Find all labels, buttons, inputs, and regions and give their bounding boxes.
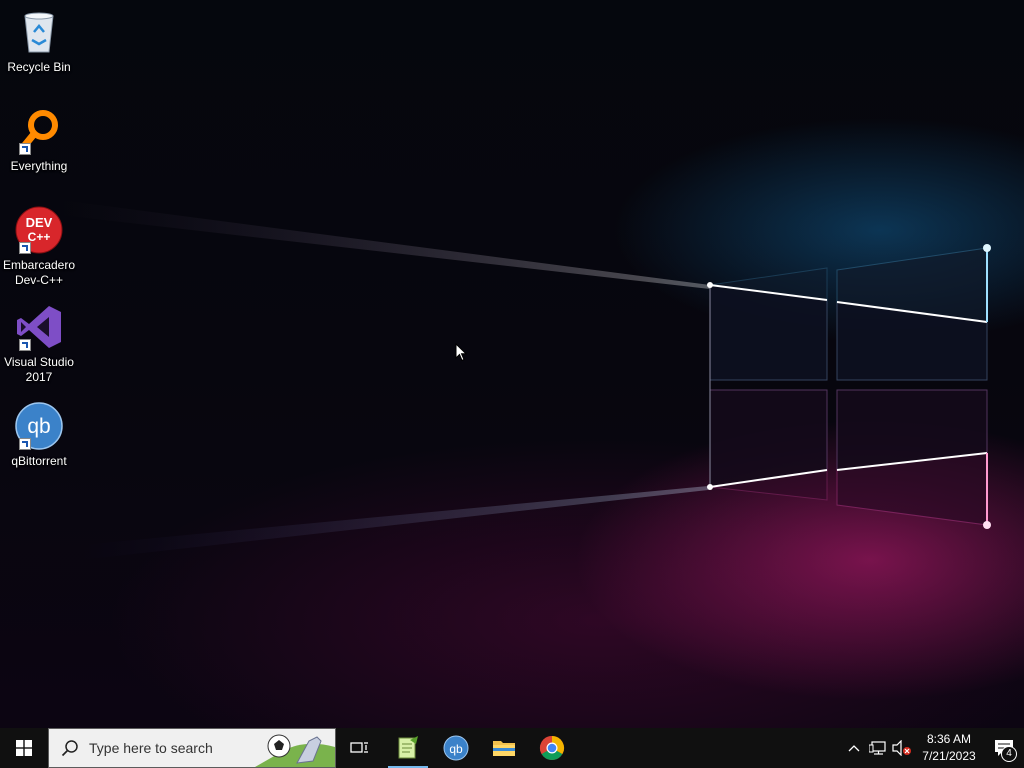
qbittorrent-icon: qb bbox=[15, 402, 63, 450]
taskbar-app-chrome[interactable] bbox=[528, 728, 576, 768]
search-input[interactable]: Type here to search bbox=[48, 728, 336, 768]
desktop-icon-recycle-bin[interactable]: Recycle Bin bbox=[2, 8, 76, 75]
network-icon bbox=[869, 741, 886, 755]
chevron-up-icon bbox=[848, 745, 860, 752]
shortcut-arrow-icon bbox=[19, 242, 31, 254]
task-view-icon bbox=[350, 742, 368, 753]
shortcut-arrow-icon bbox=[19, 339, 31, 351]
network-button[interactable] bbox=[866, 728, 890, 768]
clock-time: 8:36 AM bbox=[926, 732, 972, 746]
notepad-plus-plus-icon bbox=[398, 736, 418, 759]
desktop-icon-visual-studio[interactable]: Visual Studio 2017 bbox=[2, 303, 76, 385]
taskbar: Type here to search qb 8:36 AM 7/21/2023… bbox=[0, 728, 1024, 768]
shortcut-arrow-icon bbox=[19, 438, 31, 450]
show-hidden-icons-button[interactable] bbox=[842, 728, 866, 768]
volume-button[interactable] bbox=[890, 728, 914, 768]
search-highlight-soccer-icon bbox=[255, 734, 335, 767]
windows-logo-icon bbox=[16, 740, 32, 756]
search-icon bbox=[61, 740, 78, 757]
dev-cpp-icon: DEV C++ bbox=[15, 206, 63, 254]
desktop-icon-label: Everything bbox=[10, 159, 68, 173]
svg-text:qb: qb bbox=[449, 742, 463, 756]
desktop-icon-everything[interactable]: Everything bbox=[2, 107, 76, 174]
search-placeholder: Type here to search bbox=[89, 740, 213, 756]
windows-logo-wallpaper bbox=[60, 200, 991, 560]
svg-text:qb: qb bbox=[27, 415, 50, 438]
visual-studio-icon bbox=[15, 303, 63, 351]
clock-date: 7/21/2023 bbox=[922, 749, 976, 763]
system-tray: 8:36 AM 7/21/2023 4 bbox=[842, 728, 1024, 768]
desktop-icon-label: Embarcadero Dev-C++ bbox=[2, 258, 76, 287]
taskbar-app-notepad-plus-plus[interactable] bbox=[384, 728, 432, 768]
clock[interactable]: 8:36 AM 7/21/2023 bbox=[914, 731, 984, 765]
folder-icon bbox=[493, 741, 515, 756]
task-view-button[interactable] bbox=[336, 728, 384, 768]
desktop-icon-label: qBittorrent bbox=[11, 454, 67, 468]
desktop-icon-label: Recycle Bin bbox=[7, 60, 71, 74]
desktop-icon-qbittorrent[interactable]: qb qBittorrent bbox=[2, 402, 76, 469]
mouse-pointer-icon bbox=[455, 343, 467, 362]
speaker-muted-icon bbox=[892, 740, 911, 756]
desktop-icon-label: Visual Studio 2017 bbox=[4, 355, 74, 384]
desktop[interactable]: Recycle Bin Everything DEV C++ Embarcade… bbox=[0, 0, 1024, 728]
shortcut-arrow-icon bbox=[19, 143, 31, 155]
qbittorrent-icon: qb bbox=[443, 735, 469, 761]
action-center-button[interactable]: 4 bbox=[984, 728, 1024, 768]
start-button[interactable] bbox=[0, 728, 48, 768]
svg-text:C++: C++ bbox=[28, 230, 51, 244]
desktop-icon-dev-cpp[interactable]: DEV C++ Embarcadero Dev-C++ bbox=[2, 206, 76, 288]
recycle-bin-icon bbox=[15, 8, 63, 56]
notification-count-badge: 4 bbox=[1001, 746, 1017, 762]
svg-text:DEV: DEV bbox=[26, 215, 53, 230]
everything-search-icon bbox=[15, 107, 63, 155]
chrome-icon bbox=[539, 736, 565, 761]
taskbar-app-qbittorrent[interactable]: qb bbox=[432, 728, 480, 768]
taskbar-app-file-explorer[interactable] bbox=[480, 728, 528, 768]
